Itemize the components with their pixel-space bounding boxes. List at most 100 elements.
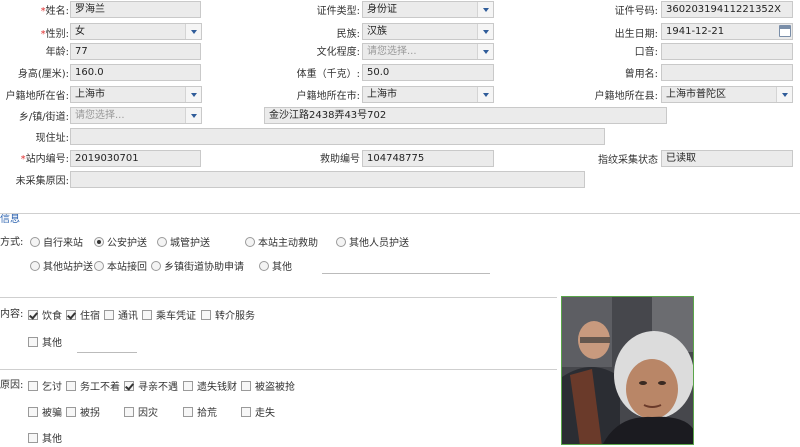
checkbox-icon[interactable]	[66, 407, 76, 417]
station-no-field[interactable]: 2019030701	[70, 150, 201, 167]
calendar-icon[interactable]	[779, 25, 791, 37]
checkbox-checked-icon[interactable]	[28, 310, 38, 320]
reason-option[interactable]: 拾荒	[183, 407, 217, 421]
radio-icon[interactable]	[94, 261, 104, 271]
weight-label: 体重（千克）:	[296, 69, 360, 80]
station-no-label: *站内编号:	[20, 154, 69, 165]
checkbox-icon[interactable]	[66, 381, 76, 391]
age-field[interactable]: 77	[70, 43, 201, 60]
arrival-other-input[interactable]	[322, 273, 490, 274]
radio-icon[interactable]	[245, 237, 255, 247]
checkbox-checked-icon[interactable]	[66, 310, 76, 320]
id-type-select[interactable]: 身份证	[362, 1, 494, 18]
reason-option[interactable]: 被骗	[28, 407, 62, 421]
alias-field[interactable]	[661, 64, 793, 81]
accent-field[interactable]	[661, 43, 793, 60]
radio-icon[interactable]	[151, 261, 161, 271]
weight-field[interactable]: 50.0	[362, 64, 494, 81]
hukou-address-field[interactable]: 金沙江路2438弄43号702	[264, 107, 667, 124]
content-other-option[interactable]: 其他	[28, 337, 62, 351]
arrival-label: 方式:	[0, 237, 24, 248]
content-label: 内容:	[0, 309, 24, 320]
reason-option[interactable]: 因灾	[124, 407, 158, 421]
gender-select[interactable]: 女	[70, 23, 202, 40]
radio-icon[interactable]	[259, 261, 269, 271]
checkbox-checked-icon[interactable]	[124, 381, 134, 391]
reason-option[interactable]: 走失	[241, 407, 275, 421]
checkbox-icon[interactable]	[183, 381, 193, 391]
section-divider	[0, 369, 557, 370]
content-option[interactable]: 住宿	[66, 310, 100, 324]
checkbox-icon[interactable]	[142, 310, 152, 320]
arrival-option[interactable]: 其他站护送	[30, 261, 93, 275]
arrival-option[interactable]: 本站主动救助	[245, 237, 318, 251]
arrival-option[interactable]: 其他人员护送	[336, 237, 409, 251]
content-other-input[interactable]	[77, 352, 137, 353]
hukou-county-select[interactable]: 上海市普陀区	[661, 86, 793, 103]
arrival-option[interactable]: 城管护送	[157, 237, 210, 251]
alias-label: 曾用名:	[624, 69, 658, 80]
checkbox-icon[interactable]	[201, 310, 211, 320]
chevron-down-icon[interactable]	[477, 2, 493, 17]
hukou-city-select[interactable]: 上海市	[362, 86, 494, 103]
chevron-down-icon[interactable]	[477, 44, 493, 59]
checkbox-icon[interactable]	[28, 381, 38, 391]
rescue-no-field[interactable]: 104748775	[362, 150, 494, 167]
content-option[interactable]: 乘车凭证	[142, 310, 196, 324]
reason-option[interactable]: 被盗被抢	[241, 381, 295, 395]
content-option[interactable]: 转介服务	[201, 310, 255, 324]
checkbox-icon[interactable]	[28, 337, 38, 347]
chevron-down-icon[interactable]	[185, 108, 201, 123]
section-divider	[0, 297, 557, 298]
fingerprint-status-field: 已读取	[661, 150, 793, 167]
arrival-option[interactable]: 乡镇街道协助申请	[151, 261, 244, 275]
chevron-down-icon[interactable]	[477, 24, 493, 39]
accent-label: 口音:	[634, 47, 658, 58]
birth-date-field[interactable]: 1941-12-21	[661, 23, 793, 40]
checkbox-icon[interactable]	[104, 310, 114, 320]
section-divider	[0, 213, 800, 214]
current-address-label: 现住址:	[35, 133, 69, 144]
hukou-province-select[interactable]: 上海市	[70, 86, 202, 103]
radio-icon[interactable]	[336, 237, 346, 247]
chevron-down-icon[interactable]	[185, 24, 201, 39]
current-address-field[interactable]	[70, 128, 605, 145]
age-label: 年龄:	[45, 47, 69, 58]
not-collected-reason-label: 未采集原因:	[15, 176, 69, 187]
township-label: 乡/镇/街道:	[18, 112, 69, 123]
checkbox-icon[interactable]	[241, 407, 251, 417]
education-select[interactable]: 请您选择...	[362, 43, 494, 60]
checkbox-icon[interactable]	[28, 433, 38, 443]
id-number-field[interactable]: 36020319411221352X	[661, 1, 793, 18]
radio-icon[interactable]	[30, 237, 40, 247]
radio-checked-icon[interactable]	[94, 237, 104, 247]
chevron-down-icon[interactable]	[776, 87, 792, 102]
name-field[interactable]: 罗海兰	[70, 1, 201, 18]
arrival-option[interactable]: 自行来站	[30, 237, 83, 251]
content-option[interactable]: 饮食	[28, 310, 62, 324]
gender-label: *性别:	[40, 29, 69, 40]
township-select[interactable]: 请您选择...	[70, 107, 202, 124]
reason-option[interactable]: 务工不着	[66, 381, 120, 395]
radio-icon[interactable]	[157, 237, 167, 247]
reason-option[interactable]: 被拐	[66, 407, 100, 421]
checkbox-icon[interactable]	[124, 407, 134, 417]
checkbox-icon[interactable]	[28, 407, 38, 417]
id-number-label: 证件号码:	[614, 6, 658, 17]
reason-option[interactable]: 寻亲不遇	[124, 381, 178, 395]
ethnicity-select[interactable]: 汉族	[362, 23, 494, 40]
chevron-down-icon[interactable]	[477, 87, 493, 102]
id-type-label: 证件类型:	[316, 6, 360, 17]
not-collected-reason-field[interactable]	[70, 171, 585, 188]
arrival-option[interactable]: 本站接回	[94, 261, 147, 275]
arrival-option[interactable]: 其他	[259, 261, 292, 275]
reason-option[interactable]: 遗失钱财	[183, 381, 237, 395]
chevron-down-icon[interactable]	[185, 87, 201, 102]
radio-icon[interactable]	[30, 261, 40, 271]
checkbox-icon[interactable]	[183, 407, 193, 417]
reason-option[interactable]: 乞讨	[28, 381, 62, 395]
arrival-option[interactable]: 公安护送	[94, 237, 147, 251]
checkbox-icon[interactable]	[241, 381, 251, 391]
content-option[interactable]: 通讯	[104, 310, 138, 324]
height-field[interactable]: 160.0	[70, 64, 201, 81]
